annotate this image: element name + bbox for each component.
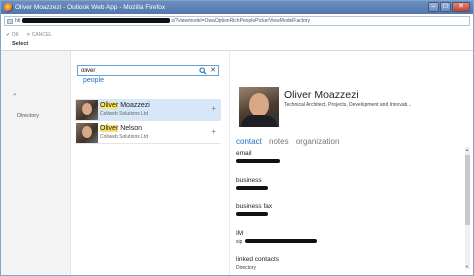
minimize-button[interactable]: – [428,2,439,12]
redacted-url-host [21,18,170,24]
business-fax-label: business fax [236,203,273,210]
url-path: s/?viewmodel=OwaOptionRichPeoplePickerVi… [171,18,311,24]
expand-icon[interactable]: » [13,92,16,98]
contact-job-title: Technical Architect, Projects, Developme… [284,102,412,108]
tab-contact[interactable]: contact [236,137,262,146]
email-label: email [236,150,252,157]
linked-contacts-value: Directory [236,265,257,271]
window-title: Oliver Moazzezi - Outlook Web App - Mozi… [15,4,166,11]
avatar [76,100,98,120]
scroll-up-icon[interactable]: ▲ [465,147,469,152]
redacted-im-address [245,239,317,243]
result-organization: Coliweb Solutions Ltd [100,134,149,140]
result-organization: Coliweb Solutions Ltd [100,111,149,117]
avatar [76,123,98,143]
close-button[interactable]: ✕ [452,2,470,12]
details-scrollbar[interactable]: ▲ ▼ [465,147,470,269]
address-bar[interactable]: htt s/?viewmodel=OwaOptionRichPeoplePick… [4,16,470,26]
people-heading: people [83,77,105,84]
search-result-row[interactable]: Oliver Moazzezi Coliweb Solutions Ltd + [75,99,221,121]
search-box: ✕ [77,65,219,76]
redacted-business-phone [236,186,268,190]
search-result-row[interactable]: Oliver Nelson Coliweb Solutions Ltd + [75,122,221,144]
url-prefix: htt [15,18,21,24]
search-input[interactable] [78,66,198,75]
tab-notes[interactable]: notes [269,137,289,146]
address-book-pane: » Directory [1,51,71,275]
dialog-toolbar: ✔ OK ✕ CANCEL [1,30,473,40]
add-icon[interactable]: + [211,104,216,113]
maximize-button[interactable]: □ [440,2,451,12]
browser-window: Oliver Moazzezi - Outlook Web App - Mozi… [0,0,474,276]
cancel-button[interactable]: ✕ CANCEL [26,32,52,38]
im-value-prefix: sip [236,239,243,245]
firefox-icon [4,3,13,12]
site-identity-icon [7,19,13,24]
scroll-thumb[interactable] [465,155,470,225]
directory-item[interactable]: Directory [17,113,39,119]
im-label: IM [236,230,244,237]
ok-button[interactable]: ✔ OK [6,32,19,38]
add-icon[interactable]: + [211,127,216,136]
dialog-title: Select [12,41,29,47]
linked-contacts-label: linked contacts [236,256,279,263]
contact-name: Oliver Moazzezi [284,89,359,101]
result-name: Oliver Moazzezi [100,102,150,109]
scroll-down-icon[interactable]: ▼ [465,264,469,269]
contact-photo [239,87,279,127]
redacted-email [236,159,280,163]
result-name: Oliver Nelson [100,125,143,132]
search-icon[interactable] [199,67,207,75]
divider [1,50,473,51]
clear-search-icon[interactable]: ✕ [210,66,216,75]
tab-organization[interactable]: organization [296,137,340,146]
business-phone-label: business [236,177,262,184]
title-bar: Oliver Moazzezi - Outlook Web App - Mozi… [1,1,473,14]
pane-divider [229,51,230,275]
contact-tabs: contact notes organization [236,137,344,146]
redacted-business-fax [236,212,268,216]
